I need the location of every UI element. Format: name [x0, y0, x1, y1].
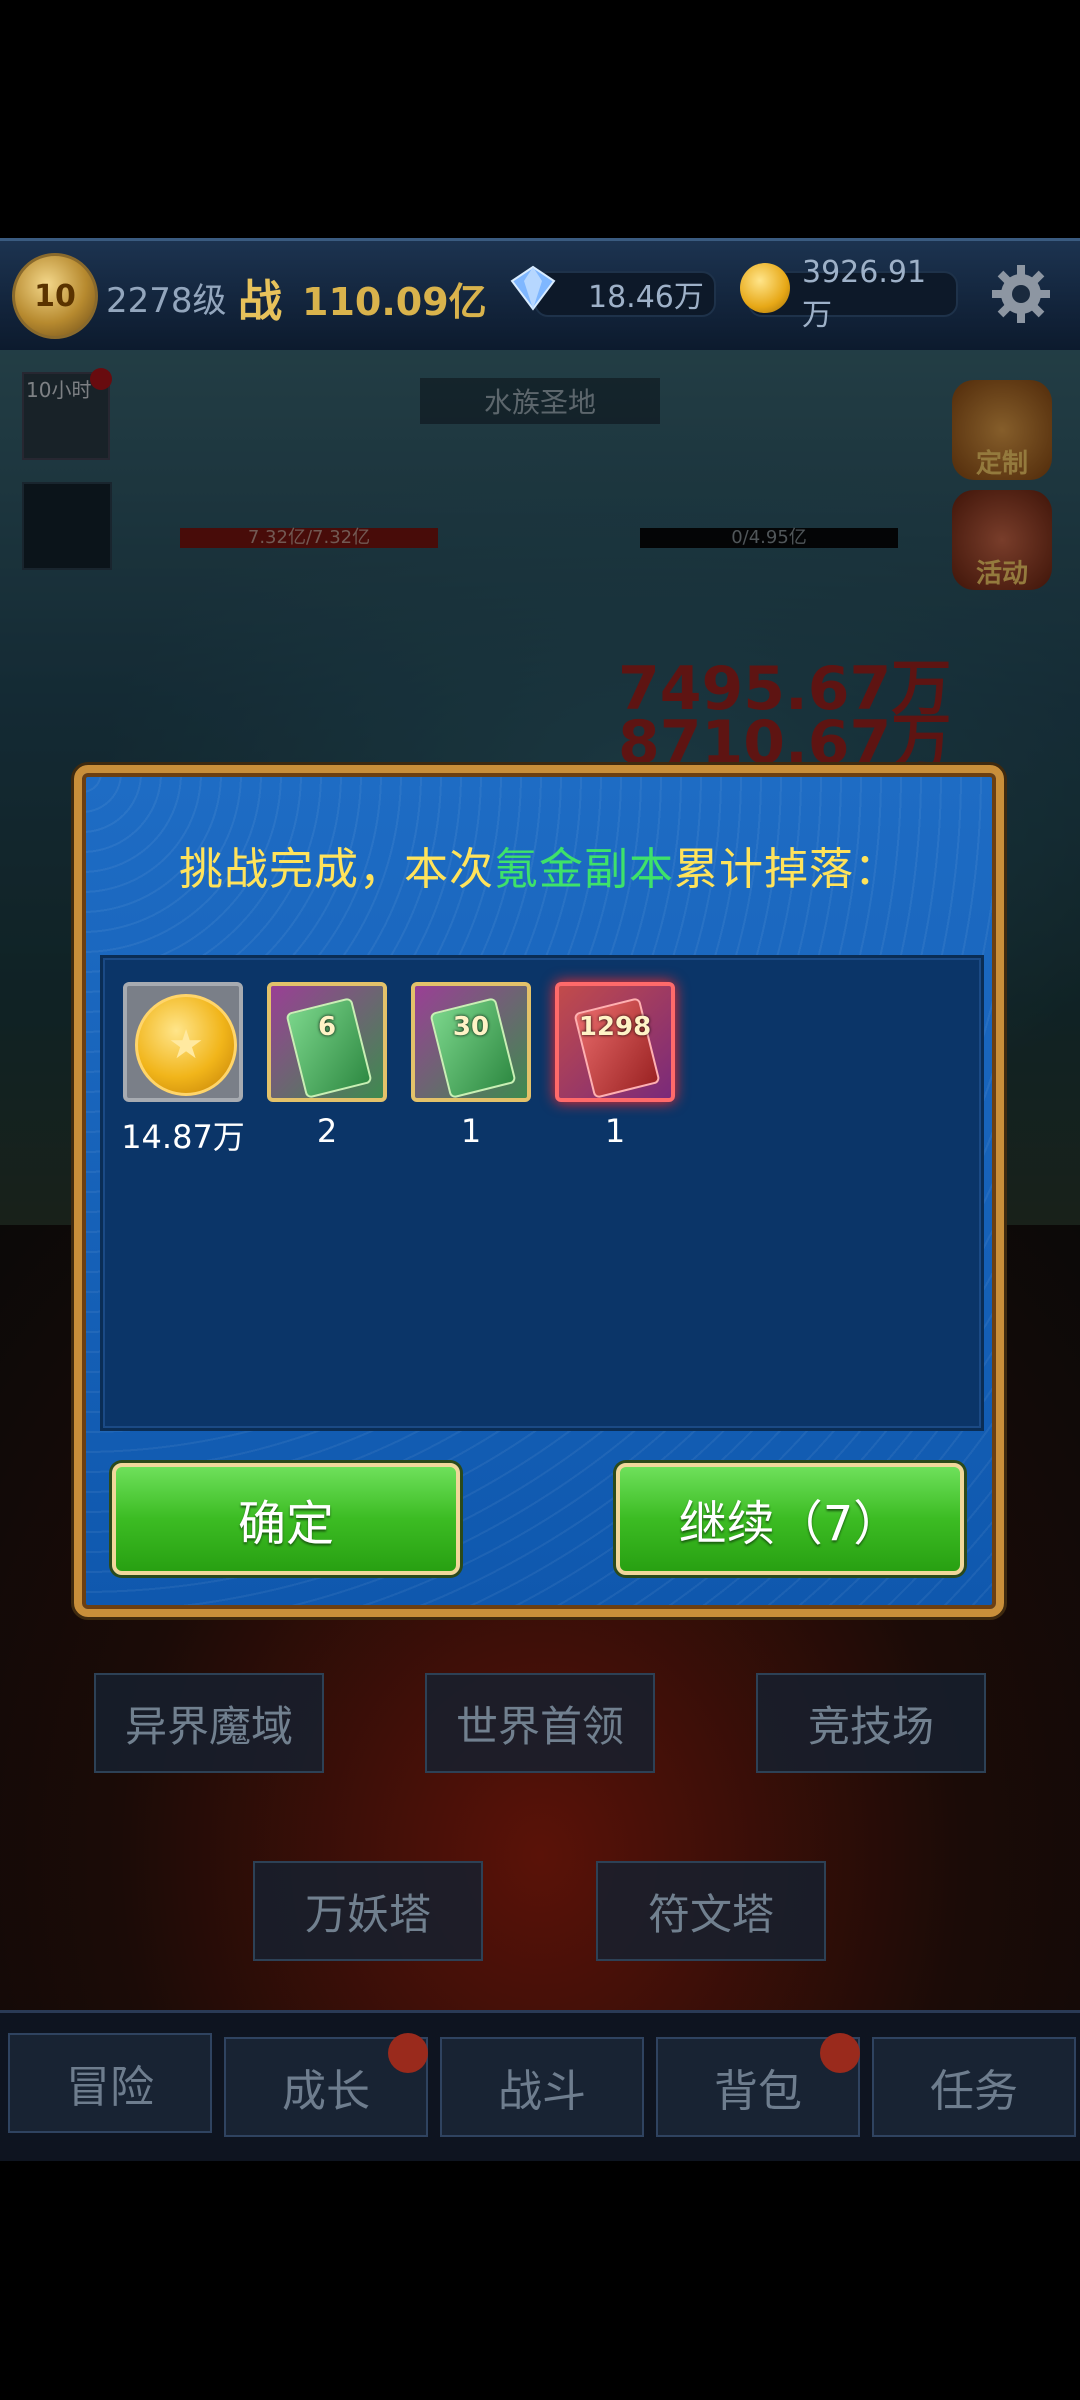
player-level: 2278级 [106, 281, 227, 321]
nav-adventure[interactable]: 冒险 [8, 2033, 212, 2133]
top-status-bar: 10 2278级 战 110.09亿 18.46万 3926.91万 [0, 238, 1080, 354]
gold-count: 3926.91万 [802, 254, 927, 333]
reward-dialog: 挑战完成，本次氪金副本累计掉落： ★ 6 30 1298 14.87万 2 1 … [74, 765, 1004, 1617]
menu-button-rune-tower[interactable]: 符文塔 [596, 1861, 826, 1961]
reward-count: 14.87万 [121, 1118, 245, 1156]
battle-power-label: 战 [238, 276, 282, 327]
reward-count: 1 [604, 1112, 626, 1150]
reward-count: 2 [316, 1112, 338, 1150]
reward-slot-card[interactable]: 30 [411, 982, 531, 1102]
card-value: 30 [452, 1012, 490, 1042]
menu-button-otherworld[interactable]: 异界魔域 [94, 1673, 324, 1773]
card-value: 6 [317, 1012, 337, 1042]
continue-button[interactable]: 继续（7） [616, 1463, 964, 1575]
card-value: 1298 [578, 1012, 652, 1042]
gold-coin-icon: ★ [135, 994, 237, 1096]
nav-battle[interactable]: 战斗 [440, 2037, 644, 2137]
battle-power-value: 110.09亿 [302, 280, 487, 324]
gem-counter[interactable]: 18.46万 [534, 271, 716, 317]
bottom-nav: 冒险 成长 战斗 背包 任务 [0, 2010, 1080, 2161]
title-highlight: 氪金副本 [494, 844, 674, 895]
title-suffix: 累计掉落： [674, 844, 899, 895]
nav-quests[interactable]: 任务 [872, 2037, 1076, 2137]
menu-button-arena[interactable]: 竞技场 [756, 1673, 986, 1773]
menu-button-world-boss[interactable]: 世界首领 [425, 1673, 655, 1773]
reward-slot-card[interactable]: 1298 [555, 982, 675, 1102]
reward-slot-gold[interactable]: ★ [123, 982, 243, 1102]
level-badge-icon[interactable]: 10 [12, 253, 98, 339]
dialog-title: 挑战完成，本次氪金副本累计掉落： [82, 833, 996, 897]
notification-dot [820, 2033, 860, 2073]
gem-count: 18.46万 [588, 280, 704, 315]
diamond-icon [510, 265, 556, 311]
reward-count: 1 [460, 1112, 482, 1150]
menu-button-demon-tower[interactable]: 万妖塔 [253, 1861, 483, 1961]
title-prefix: 挑战完成，本次 [179, 844, 494, 895]
confirm-button[interactable]: 确定 [112, 1463, 460, 1575]
reward-panel: ★ 6 30 1298 14.87万 2 1 1 [100, 955, 984, 1431]
settings-gear-icon[interactable] [990, 263, 1052, 325]
notification-dot [388, 2033, 428, 2073]
gold-coin-icon [740, 263, 790, 313]
reward-slot-card[interactable]: 6 [267, 982, 387, 1102]
